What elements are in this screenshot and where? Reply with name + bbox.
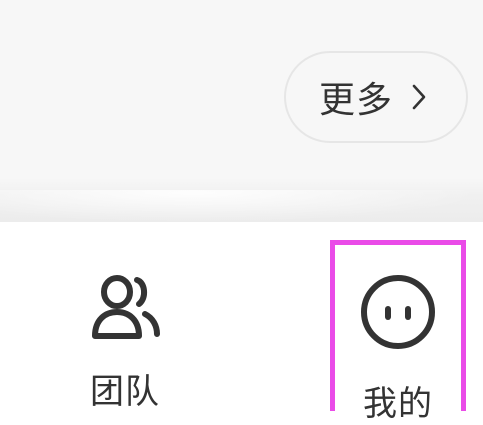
tab-team[interactable]: 团队 <box>60 250 190 412</box>
team-people-icon <box>83 264 167 348</box>
profile-face-icon <box>356 270 440 354</box>
tab-mine-label: 我的 <box>363 384 433 424</box>
tab-team-label: 团队 <box>90 372 160 412</box>
more-button-label: 更多 <box>318 80 393 121</box>
shadow-highlight <box>0 190 483 222</box>
more-button[interactable]: 更多 <box>284 51 468 143</box>
chevron-right-icon <box>412 84 426 110</box>
tab-mine[interactable]: 我的 <box>330 240 466 424</box>
